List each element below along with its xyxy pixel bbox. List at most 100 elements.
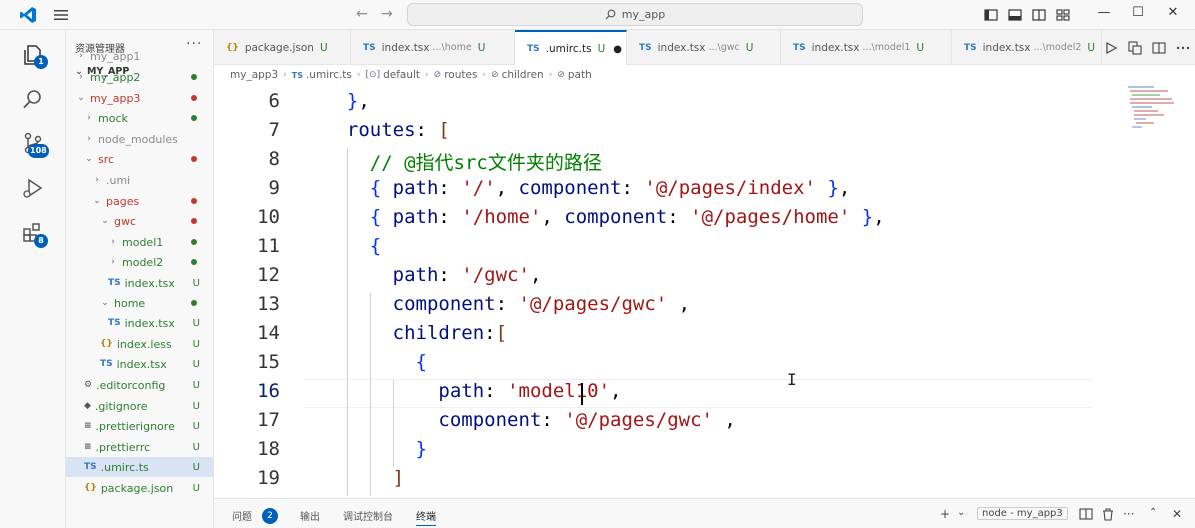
tree-item[interactable]: TS index.tsx U [66,313,213,333]
tree-item-label: .umi [106,173,131,187]
command-center-search[interactable]: my_app [407,3,863,26]
breadcrumb-segment[interactable]: routes [444,69,477,81]
split-terminal-icon[interactable] [1079,507,1093,521]
tab-indextsx[interactable]: TS index.tsx ...\model1 U [781,30,952,65]
line-number: 12 [257,264,280,286]
toggle-primary-sidebar-icon[interactable] [983,7,999,23]
code-line[interactable]: path: 'model10', [324,380,621,402]
code-line[interactable]: { [324,351,427,373]
tab-indextsx[interactable]: TS index.tsx ...\gwc U [627,30,781,65]
tree-item[interactable]: ⌄ gwc [66,211,213,231]
breadcrumb-segment[interactable]: path [568,69,592,81]
chevron-right-icon: › [356,70,361,80]
tree-item[interactable]: › .umi [66,170,213,190]
breadcrumb-segment[interactable]: children [502,69,544,81]
tab-indextsx[interactable]: TS index.tsx ...\home U [351,30,515,65]
code-line[interactable]: routes: [ [324,119,450,141]
toggle-panel-icon[interactable] [1007,7,1023,23]
json-file-icon: {} [84,483,97,493]
search-text: my_app [621,8,666,21]
code-line[interactable]: component: '@/pages/gwc' , [324,293,691,315]
code-line[interactable]: children:[ [324,322,507,344]
maximize-panel-icon[interactable]: ⌃ [1149,507,1157,518]
unsaved-dot-icon[interactable]: ● [613,44,622,55]
code-line[interactable]: { path: '/home', component: '@/pages/hom… [324,206,885,228]
tab-terminal[interactable]: 终端 [416,508,436,526]
close-window-icon[interactable]: ✕ [1163,5,1183,20]
tab-packagejson[interactable]: {} package.json U [214,30,351,65]
explorer-badge: 1 [34,55,48,69]
code-line[interactable]: // @指代src文件夹的路径 [324,148,602,175]
tree-item[interactable]: › my_app1 [66,46,213,66]
tree-item[interactable]: ⌄ src [66,149,213,169]
back-arrow-icon[interactable]: ← [356,6,368,22]
hamburger-menu-icon[interactable] [52,7,70,23]
tree-item-label: index.tsx [116,357,167,371]
code-line[interactable]: { [324,235,381,257]
typescript-file-icon: TS [100,359,113,369]
tab-indextsx[interactable]: TS index.tsx ...\model2 U [952,30,1102,65]
new-terminal-icon[interactable]: + [940,507,950,521]
minimize-icon[interactable]: — [1094,5,1114,20]
breadcrumb-segment[interactable]: my_app3 [230,69,278,81]
tree-item[interactable]: › node_modules [66,129,213,149]
tab-label: index.tsx [811,41,860,54]
tree-item[interactable]: ⌄ my_app3 [66,88,213,108]
tab-debug-console[interactable]: 调试控制台 [343,508,393,523]
close-panel-icon[interactable]: ✕ [1172,507,1182,521]
search-icon[interactable] [20,86,46,112]
chevron-right-icon: › [548,70,553,80]
chevron-down-icon: ⌄ [77,93,85,103]
tree-item[interactable]: ◆ .gitignore U [66,396,213,416]
tree-item-label: gwc [114,214,137,228]
run-and-debug-icon[interactable] [20,175,46,201]
tree-item-label: model1 [122,235,164,249]
tree-item[interactable]: ≡ .prettierignore U [66,416,213,436]
code-line[interactable]: }, [324,90,370,112]
tree-item[interactable]: TS index.tsx U [66,273,213,293]
code-line[interactable]: path: '/gwc', [324,264,542,286]
more-actions-icon[interactable] [1175,40,1191,56]
forward-arrow-icon[interactable]: → [381,6,393,22]
compare-changes-icon[interactable] [1127,40,1143,56]
typescript-file-icon: TS [527,44,540,54]
tree-item[interactable]: ⌄ home [66,293,213,313]
tab-problems[interactable]: 问题 [232,508,252,523]
customize-layout-icon[interactable] [1055,7,1071,23]
split-editor-icon[interactable] [1151,40,1167,56]
code-line[interactable]: } [324,438,427,460]
terminal-dropdown-icon[interactable]: ⌄ [957,507,965,518]
breadcrumb-segment[interactable]: default [383,69,420,81]
terminal-selector[interactable]: node - my_app3 [977,507,1068,520]
tree-item[interactable]: {} index.less U [66,334,213,354]
tree-item[interactable]: › model2 [66,252,213,272]
tree-item[interactable]: › model1 [66,232,213,252]
tree-item[interactable]: › mock [66,108,213,128]
code-line[interactable]: ] [324,467,404,489]
breadcrumb-segment[interactable]: .umirc.ts [306,69,352,81]
code-line[interactable]: component: '@/pages/gwc' , [324,409,736,431]
code-line[interactable]: { path: '/', component: '@/pages/index' … [324,177,851,199]
tree-item[interactable]: {} package.json U [66,478,213,498]
tree-item[interactable]: TS index.tsx U [66,354,213,374]
tree-item[interactable]: › my_app2 [66,67,213,87]
git-status-dot [191,156,197,162]
tree-item[interactable]: TS .umirc.ts U [66,457,213,477]
tree-item-label: index.tsx [124,276,175,290]
tab-description: ...\gwc [708,42,740,53]
tab-label: package.json [244,41,314,54]
minimap[interactable] [1124,85,1184,145]
maximize-icon[interactable]: ☐ [1128,5,1148,20]
tab-umircts[interactable]: TS .umirc.ts U ● [515,30,627,66]
trash-icon[interactable] [1101,507,1115,521]
run-icon[interactable] [1103,40,1119,56]
tree-item[interactable]: ⚙ .editorconfig U [66,375,213,395]
tab-label: index.tsx [982,41,1031,54]
more-actions-icon[interactable]: ··· [1123,507,1134,521]
tab-output[interactable]: 输出 [300,508,320,523]
tree-item[interactable]: ⌄ pages [66,191,213,211]
toggle-secondary-sidebar-icon[interactable] [1031,7,1047,23]
code-editor[interactable]: 6 7 8 9 10 11 12 13 14 15 16 17 18 19 }, routes: [ //… [214,85,1195,498]
git-status-badge: U [192,317,200,329]
tree-item[interactable]: ≡ .prettierrc U [66,437,213,457]
